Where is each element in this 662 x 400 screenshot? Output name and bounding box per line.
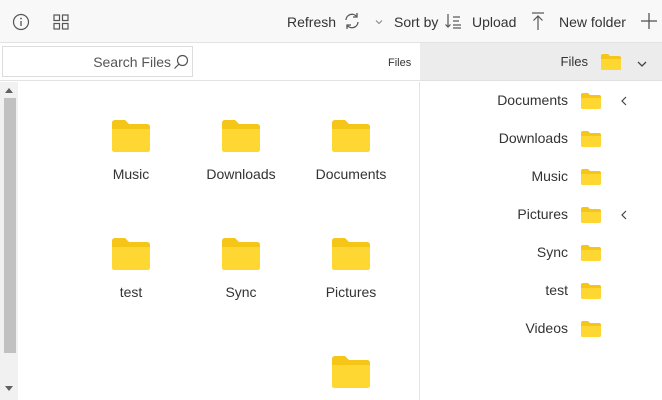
plus-icon [634,12,658,33]
tree-item-label: test [545,282,568,298]
sort-icon [438,12,462,33]
upload-icon [524,11,546,34]
upload-label: Upload [472,14,517,30]
file-item[interactable]: Documents [296,118,406,182]
search-box[interactable] [2,46,193,77]
chevron-down-icon[interactable] [636,56,648,74]
navigation-root-label: Files [560,54,588,69]
folder-icon [76,236,186,277]
chevron-left-icon[interactable] [619,208,629,226]
folder-icon [76,118,186,159]
tree-item-sync[interactable]: Sync [420,234,662,272]
file-item[interactable] [296,354,406,400]
file-name: Pictures [325,284,377,300]
file-item[interactable]: Music [76,118,186,182]
tree-item-label: Documents [497,92,568,108]
large-icons-view: Music Downloads Documents test Sync Pict… [18,82,420,400]
folder-icon [186,236,296,277]
file-name: Music [112,166,150,182]
sortby-label: Sort by [394,14,439,30]
refresh-button[interactable]: Refresh [287,10,362,34]
info-icon[interactable] [11,12,31,32]
folder-icon [580,244,602,267]
folder-icon [186,118,296,159]
file-name: Documents [315,166,387,182]
tree-item-label: Sync [536,244,568,260]
folder-icon [296,354,406,395]
navigation-tree: Documents Downloads Music Pictures Sync … [420,82,662,400]
folder-icon [580,206,602,229]
tree-item-videos[interactable]: Videos [420,310,662,348]
folder-icon [296,118,406,159]
breadcrumb[interactable]: Files [388,57,411,69]
folder-icon [580,92,602,115]
upload-button[interactable]: Upload [472,10,546,34]
chevron-down-icon[interactable] [369,12,389,32]
search-icon[interactable] [173,54,189,75]
scrollbar-thumb[interactable] [4,98,16,353]
refresh-label: Refresh [287,14,337,30]
new-folder-button[interactable]: New folder [559,10,658,34]
search-input[interactable] [3,47,175,76]
grid-view-icon[interactable] [51,12,71,32]
file-name: test [119,284,143,300]
scroll-down-arrow-icon[interactable] [5,386,13,391]
tree-item-label: Videos [525,320,568,336]
tree-item-documents[interactable]: Documents [420,82,662,120]
folder-icon [580,168,602,191]
file-name: Sync [225,284,257,300]
file-item[interactable]: test [76,236,186,300]
new-folder-label: New folder [559,14,626,30]
folder-icon [580,282,602,305]
tree-item-label: Pictures [517,206,568,222]
folder-icon [296,236,406,277]
file-item[interactable]: Sync [186,236,296,300]
file-item[interactable]: Downloads [186,118,296,182]
tree-item-label: Downloads [498,130,568,146]
folder-icon [600,53,622,76]
search-row: Files [0,43,420,81]
vertical-scrollbar[interactable] [0,82,18,400]
tree-item-pictures[interactable]: Pictures [420,196,662,234]
sortby-button[interactable]: Sort by [394,10,462,34]
file-item[interactable]: Pictures [296,236,406,300]
tree-item-label: Music [531,168,568,184]
chevron-left-icon[interactable] [619,94,629,112]
toolbar: Refresh Sort by Upload New folder [0,0,662,43]
tree-item-test[interactable]: test [420,272,662,310]
navigation-header[interactable]: Files [420,43,662,81]
tree-item-music[interactable]: Music [420,158,662,196]
folder-icon [580,130,602,153]
scroll-up-arrow-icon[interactable] [5,88,13,93]
tree-item-downloads[interactable]: Downloads [420,120,662,158]
refresh-icon [336,12,362,33]
file-name: Downloads [206,166,276,182]
folder-icon [580,320,602,343]
